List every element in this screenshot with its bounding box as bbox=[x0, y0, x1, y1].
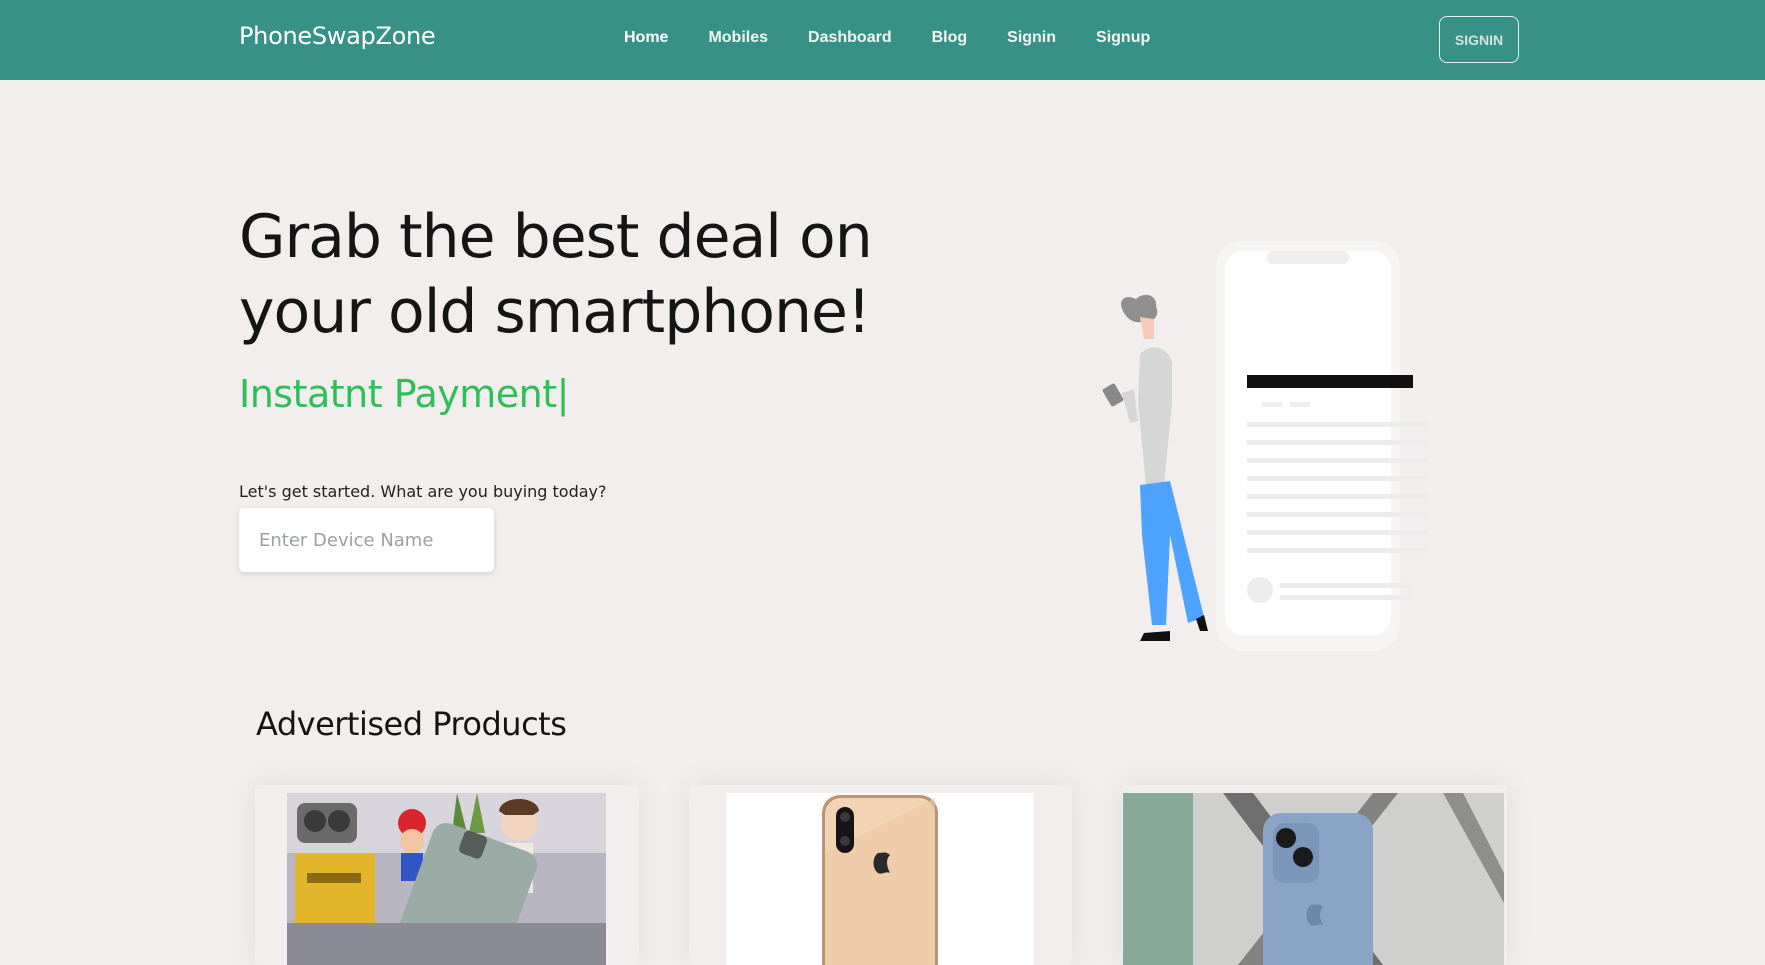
screen-headline-bar bbox=[1247, 375, 1413, 388]
nav-link-home[interactable]: Home bbox=[624, 29, 668, 47]
phone-notch bbox=[1267, 251, 1349, 264]
product-image[interactable] bbox=[287, 793, 606, 965]
nav-link-mobiles[interactable]: Mobiles bbox=[708, 29, 768, 47]
nav-links: Home Mobiles Dashboard Blog Signin Signu… bbox=[624, 29, 1190, 47]
nav-link-blog[interactable]: Blog bbox=[932, 29, 968, 47]
product-image[interactable] bbox=[726, 793, 1034, 965]
navbar: PhoneSwapZone Home Mobiles Dashboard Blo… bbox=[0, 0, 1765, 80]
nav-link-signup[interactable]: Signup bbox=[1096, 29, 1150, 47]
typing-cursor: | bbox=[556, 372, 570, 416]
nav-link-signin[interactable]: Signin bbox=[1007, 29, 1056, 47]
brand-logo[interactable]: PhoneSwapZone bbox=[239, 22, 436, 50]
advertised-products-heading: Advertised Products bbox=[256, 705, 567, 743]
person-figure bbox=[1102, 294, 1208, 641]
nav-link-dashboard[interactable]: Dashboard bbox=[808, 29, 892, 47]
product-image[interactable] bbox=[1123, 793, 1504, 965]
search-prompt-label: Let's get started. What are you buying t… bbox=[239, 482, 607, 501]
typed-text: Instatnt Payment bbox=[239, 372, 557, 416]
device-search-input[interactable] bbox=[239, 508, 494, 572]
hero-title: Grab the best deal on your old smartphon… bbox=[239, 202, 873, 347]
hero-illustration bbox=[1102, 241, 1427, 651]
product-card[interactable] bbox=[1122, 785, 1507, 965]
signin-button[interactable]: SIGNIN bbox=[1439, 16, 1519, 63]
product-card[interactable] bbox=[689, 785, 1072, 965]
product-card[interactable] bbox=[255, 785, 639, 965]
typed-tagline: Instatnt Payment| bbox=[239, 372, 569, 416]
